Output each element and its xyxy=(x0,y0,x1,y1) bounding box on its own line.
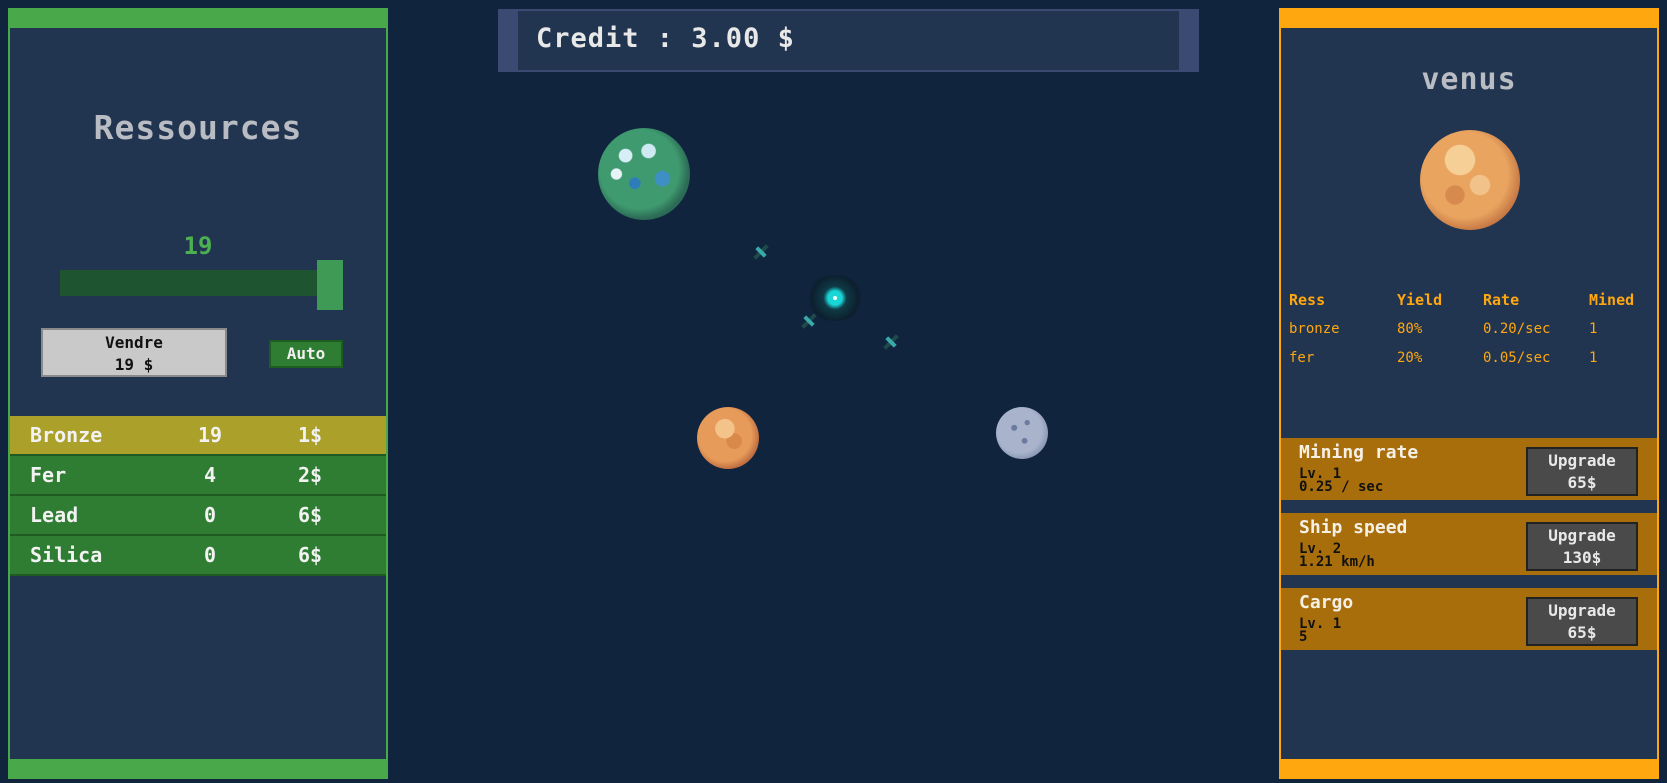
upgrade-button-label: Upgrade xyxy=(1548,526,1616,545)
upgrade-ship-speed: Ship speed Lv. 2 1.21 km/h Upgrade 130$ xyxy=(1281,513,1657,575)
mining-ship-icon xyxy=(882,333,900,351)
panel-bottom-bar xyxy=(8,759,388,779)
upgrade-mining-rate-button[interactable]: Upgrade 65$ xyxy=(1526,447,1638,496)
upgrade-cargo: Cargo Lv. 1 5 Upgrade 65$ xyxy=(1281,588,1657,650)
cell-rate: 0.05/sec xyxy=(1483,349,1551,366)
resource-price: 6$ xyxy=(297,503,323,527)
resource-price: 6$ xyxy=(297,543,323,567)
cell-yield: 80% xyxy=(1397,320,1423,337)
upgrade-title: Mining rate xyxy=(1299,442,1419,463)
resource-row-lead[interactable]: Lead 0 6$ xyxy=(10,496,386,536)
header-yield: Yield xyxy=(1397,290,1443,309)
table-row: fer 20% 0.05/sec 1 xyxy=(1289,343,1659,372)
upgrade-title: Cargo xyxy=(1299,592,1354,613)
upgrade-value: 0.25 / sec xyxy=(1299,479,1384,495)
resource-name: Silica xyxy=(30,543,103,567)
resource-row-fer[interactable]: Fer 4 2$ xyxy=(10,456,386,496)
sell-button-price: 19 $ xyxy=(114,355,154,374)
sell-button[interactable]: Vendre 19 $ xyxy=(41,328,227,377)
resource-name: Bronze xyxy=(30,423,103,447)
upgrade-button-price: 130$ xyxy=(1562,548,1602,567)
sell-quantity: 19 xyxy=(183,232,213,260)
resources-panel: Ressources 19 Vendre 19 $ Auto Bronze 19… xyxy=(8,8,388,779)
space-view xyxy=(390,0,1278,783)
sell-button-label: Vendre xyxy=(105,333,163,352)
upgrade-button-price: 65$ xyxy=(1567,473,1597,492)
upgrade-mining-rate: Mining rate Lv. 1 0.25 / sec Upgrade 65$ xyxy=(1281,438,1657,500)
resource-table: Bronze 19 1$ Fer 4 2$ Lead 0 6$ Silica 0… xyxy=(10,416,386,576)
cell-yield: 20% xyxy=(1397,349,1423,366)
panel-top-bar xyxy=(1279,8,1659,28)
planet-image xyxy=(1420,130,1520,230)
auto-sell-button[interactable]: Auto xyxy=(269,340,343,368)
upgrade-button-label: Upgrade xyxy=(1548,451,1616,470)
resource-price: 2$ xyxy=(297,463,323,487)
resources-title: Ressources xyxy=(93,108,303,147)
sell-quantity-slider[interactable] xyxy=(60,270,322,296)
panel-bottom-bar xyxy=(1279,759,1659,779)
slider-handle[interactable] xyxy=(317,260,343,310)
moon-planet[interactable] xyxy=(996,407,1048,459)
resource-qty: 19 xyxy=(197,423,223,447)
mining-ship-icon xyxy=(752,243,770,261)
upgrade-value: 5 xyxy=(1299,629,1308,645)
resource-qty: 4 xyxy=(203,463,217,487)
upgrade-button-label: Upgrade xyxy=(1548,601,1616,620)
earth-planet[interactable] xyxy=(598,128,690,220)
resource-row-bronze[interactable]: Bronze 19 1$ xyxy=(10,416,386,456)
resource-row-silica[interactable]: Silica 0 6$ xyxy=(10,536,386,576)
mining-ship-icon xyxy=(800,312,818,330)
upgrade-button-price: 65$ xyxy=(1567,623,1597,642)
table-header: Ress Yield Rate Mined xyxy=(1289,285,1659,314)
upgrade-ship-speed-button[interactable]: Upgrade 130$ xyxy=(1526,522,1638,571)
venus-planet[interactable] xyxy=(697,407,759,469)
upgrade-cargo-button[interactable]: Upgrade 65$ xyxy=(1526,597,1638,646)
planet-panel: venus Ress Yield Rate Mined bronze 80% 0… xyxy=(1279,8,1659,779)
header-rate: Rate xyxy=(1483,290,1520,309)
cell-ress: bronze xyxy=(1289,320,1340,337)
cell-mined: 1 xyxy=(1589,349,1598,366)
planet-name: venus xyxy=(1421,62,1517,97)
resource-name: Fer xyxy=(30,463,67,487)
resource-qty: 0 xyxy=(203,543,217,567)
upgrade-value: 1.21 km/h xyxy=(1299,554,1375,570)
table-row: bronze 80% 0.20/sec 1 xyxy=(1289,314,1659,343)
upgrade-title: Ship speed xyxy=(1299,517,1408,538)
header-mined: Mined xyxy=(1589,290,1635,309)
resource-name: Lead xyxy=(30,503,79,527)
planet-resource-table: Ress Yield Rate Mined bronze 80% 0.20/se… xyxy=(1289,285,1659,372)
resource-price: 1$ xyxy=(297,423,323,447)
header-ress: Ress xyxy=(1289,290,1326,309)
cell-ress: fer xyxy=(1289,349,1315,366)
resource-qty: 0 xyxy=(203,503,217,527)
cell-mined: 1 xyxy=(1589,320,1598,337)
cell-rate: 0.20/sec xyxy=(1483,320,1551,337)
panel-top-bar xyxy=(8,8,388,28)
